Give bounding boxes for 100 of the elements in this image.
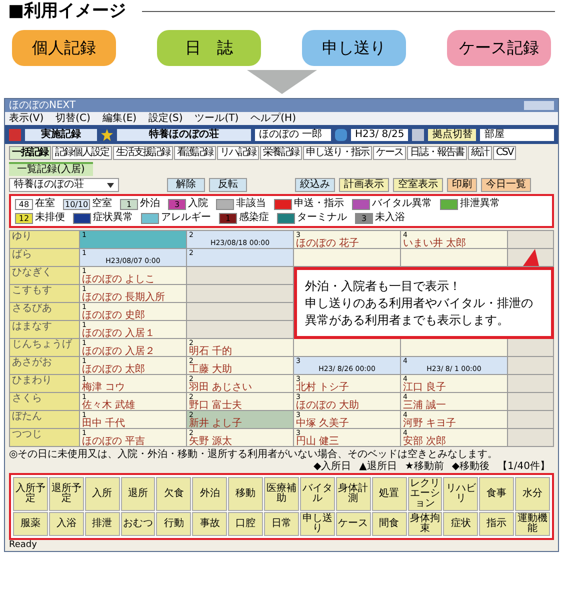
menu-item[interactable]: 表示(V) [9, 112, 44, 124]
switch-button[interactable]: 拠点切替 [428, 128, 476, 140]
record-button[interactable]: 食事 [479, 477, 514, 511]
bed-cell[interactable] [401, 249, 508, 267]
menu-item[interactable]: ツール(T) [194, 112, 239, 124]
record-button[interactable]: 間食 [372, 512, 407, 536]
mark-label: ★移動前 [404, 461, 444, 473]
legend-swatch: 12 [15, 212, 33, 224]
tab[interactable]: 生活支援記録 [113, 146, 173, 160]
bed-cell[interactable] [187, 303, 294, 321]
action-button[interactable]: 印刷 [447, 178, 477, 192]
mark-label: ◆移動後 [452, 461, 490, 473]
room-name: あさがお [10, 357, 80, 375]
tab[interactable]: 栄養記録 [260, 146, 302, 160]
info-tooltip: 外泊・入院者も一目で表示！ 申し送りのある利用者やバイタル・排泄の 異常がある利用者までも表示します。 [294, 267, 554, 339]
action-button[interactable]: 今日一覧 [481, 178, 531, 192]
record-button[interactable]: 事故 [192, 512, 228, 536]
tab[interactable]: 看護記録 [174, 146, 216, 160]
legend-label: バイタル異常 [372, 198, 432, 210]
legend-label: 空室 [92, 198, 112, 210]
action-button[interactable]: 計画表示 [339, 178, 389, 192]
record-button[interactable]: リハビリ [443, 477, 478, 511]
star-icon[interactable] [101, 128, 113, 140]
legend-swatch: 3 [168, 198, 186, 210]
tab[interactable]: リハ記録 [217, 146, 259, 160]
room-name: じんちょうげ [10, 339, 80, 357]
record-button[interactable]: バイタル [300, 477, 335, 511]
record-button[interactable]: 医療補助 [264, 477, 299, 511]
record-button[interactable]: 申し送り [300, 512, 335, 536]
action-button[interactable]: 空室表示 [393, 178, 443, 192]
room-name: つつじ [10, 429, 80, 447]
room-name: こすもす [10, 285, 80, 303]
record-button[interactable]: 運動機能 [515, 512, 550, 536]
record-button[interactable]: 身体計測 [336, 477, 371, 511]
record-button[interactable]: 外泊 [192, 477, 228, 511]
tab[interactable]: ケース [373, 146, 406, 160]
record-button[interactable]: レクリエーション [408, 477, 442, 511]
filter-button[interactable]: 反転 [209, 178, 247, 192]
facility-label: 特養ほのぼの荘 [117, 128, 251, 140]
bed-cell[interactable] [294, 339, 401, 357]
record-button[interactable]: 行動 [156, 512, 192, 536]
tab[interactable]: 統計 [468, 146, 492, 160]
action-button[interactable]: 絞込み [295, 178, 335, 192]
filter-button[interactable]: 解除 [167, 178, 205, 192]
legend-label: 未入浴 [375, 212, 405, 224]
tab[interactable]: CSV [493, 146, 516, 160]
tab[interactable]: 記録個人設定 [52, 146, 112, 160]
mark-label: ▲退所日 [359, 461, 397, 473]
legend-label: 排泄異常 [460, 198, 500, 210]
date-field[interactable]: H23/ 8/25 [351, 128, 408, 140]
record-button[interactable]: 退所 [120, 477, 156, 511]
menu-item[interactable]: 設定(S) [148, 112, 183, 124]
bed-cell[interactable] [187, 321, 294, 339]
record-button[interactable]: 服薬 [13, 512, 48, 536]
user-field[interactable]: ほのぼの 一郎 [255, 128, 331, 140]
menu-item[interactable]: 切替(C) [56, 112, 90, 124]
bed-cell[interactable] [401, 339, 508, 357]
window-title: ほのぼのNEXT [9, 100, 76, 112]
mode-label: 実施記録 [25, 128, 97, 140]
record-button[interactable]: 身体拘束 [408, 512, 442, 536]
record-button[interactable]: 日常 [264, 512, 299, 536]
record-button[interactable]: 症状 [443, 512, 478, 536]
bed-cell[interactable] [187, 267, 294, 285]
subtab[interactable]: 一覧記録(入居) [9, 162, 93, 176]
record-button[interactable]: 口腔 [228, 512, 264, 536]
record-button[interactable]: 排泄 [84, 512, 120, 536]
callout-pointer [522, 249, 538, 266]
record-button[interactable]: ケース [336, 512, 371, 536]
legend-label: 入院 [188, 198, 208, 210]
record-button[interactable]: 処置 [372, 477, 407, 511]
record-button[interactable]: 移動 [228, 477, 264, 511]
tab[interactable]: 一括記録 [9, 146, 51, 160]
record-button[interactable]: おむつ [120, 512, 156, 536]
room-name: さくら [10, 393, 80, 411]
legend-label: 申送・指示 [294, 198, 344, 210]
record-button[interactable]: 欠食 [156, 477, 192, 511]
legend-swatch: 10/10 [63, 198, 90, 210]
record-button[interactable]: 入所予定 [13, 477, 48, 511]
room-name: ぼたん [10, 411, 80, 429]
menu-item[interactable]: ヘルプ(H) [250, 112, 296, 124]
record-button[interactable]: 入浴 [48, 512, 84, 536]
location-select[interactable]: 部屋 [480, 128, 554, 140]
bed-cell[interactable] [187, 285, 294, 303]
feature-label: ケース記録 [447, 30, 551, 66]
record-button[interactable]: 指示 [479, 512, 514, 536]
tab[interactable]: 日誌・報告書 [407, 146, 467, 160]
record-button[interactable]: 水分 [515, 477, 550, 511]
menu-item[interactable]: 編集(E) [102, 112, 137, 124]
status-text: Ready [8, 540, 38, 551]
section-heading: ■利用イメージ [8, 0, 126, 22]
room-name: ゆり [10, 231, 80, 249]
record-count: 【1/40件】 [498, 461, 550, 473]
record-button[interactable]: 入所 [84, 477, 120, 511]
tab[interactable]: 申し送り・指示 [303, 146, 372, 160]
note-text: ◎その日に未使用又は、入院・外泊・移動・退所する利用者がいない場合、そのベッドは空きとみなします。 [8, 448, 499, 460]
caret-icon [107, 182, 114, 188]
unit-select[interactable]: 特養ほのぼの荘 [9, 178, 119, 192]
bed-cell[interactable] [294, 249, 401, 267]
feature-label: 申し送り [302, 30, 406, 66]
record-button[interactable]: 退所予定 [48, 477, 84, 511]
